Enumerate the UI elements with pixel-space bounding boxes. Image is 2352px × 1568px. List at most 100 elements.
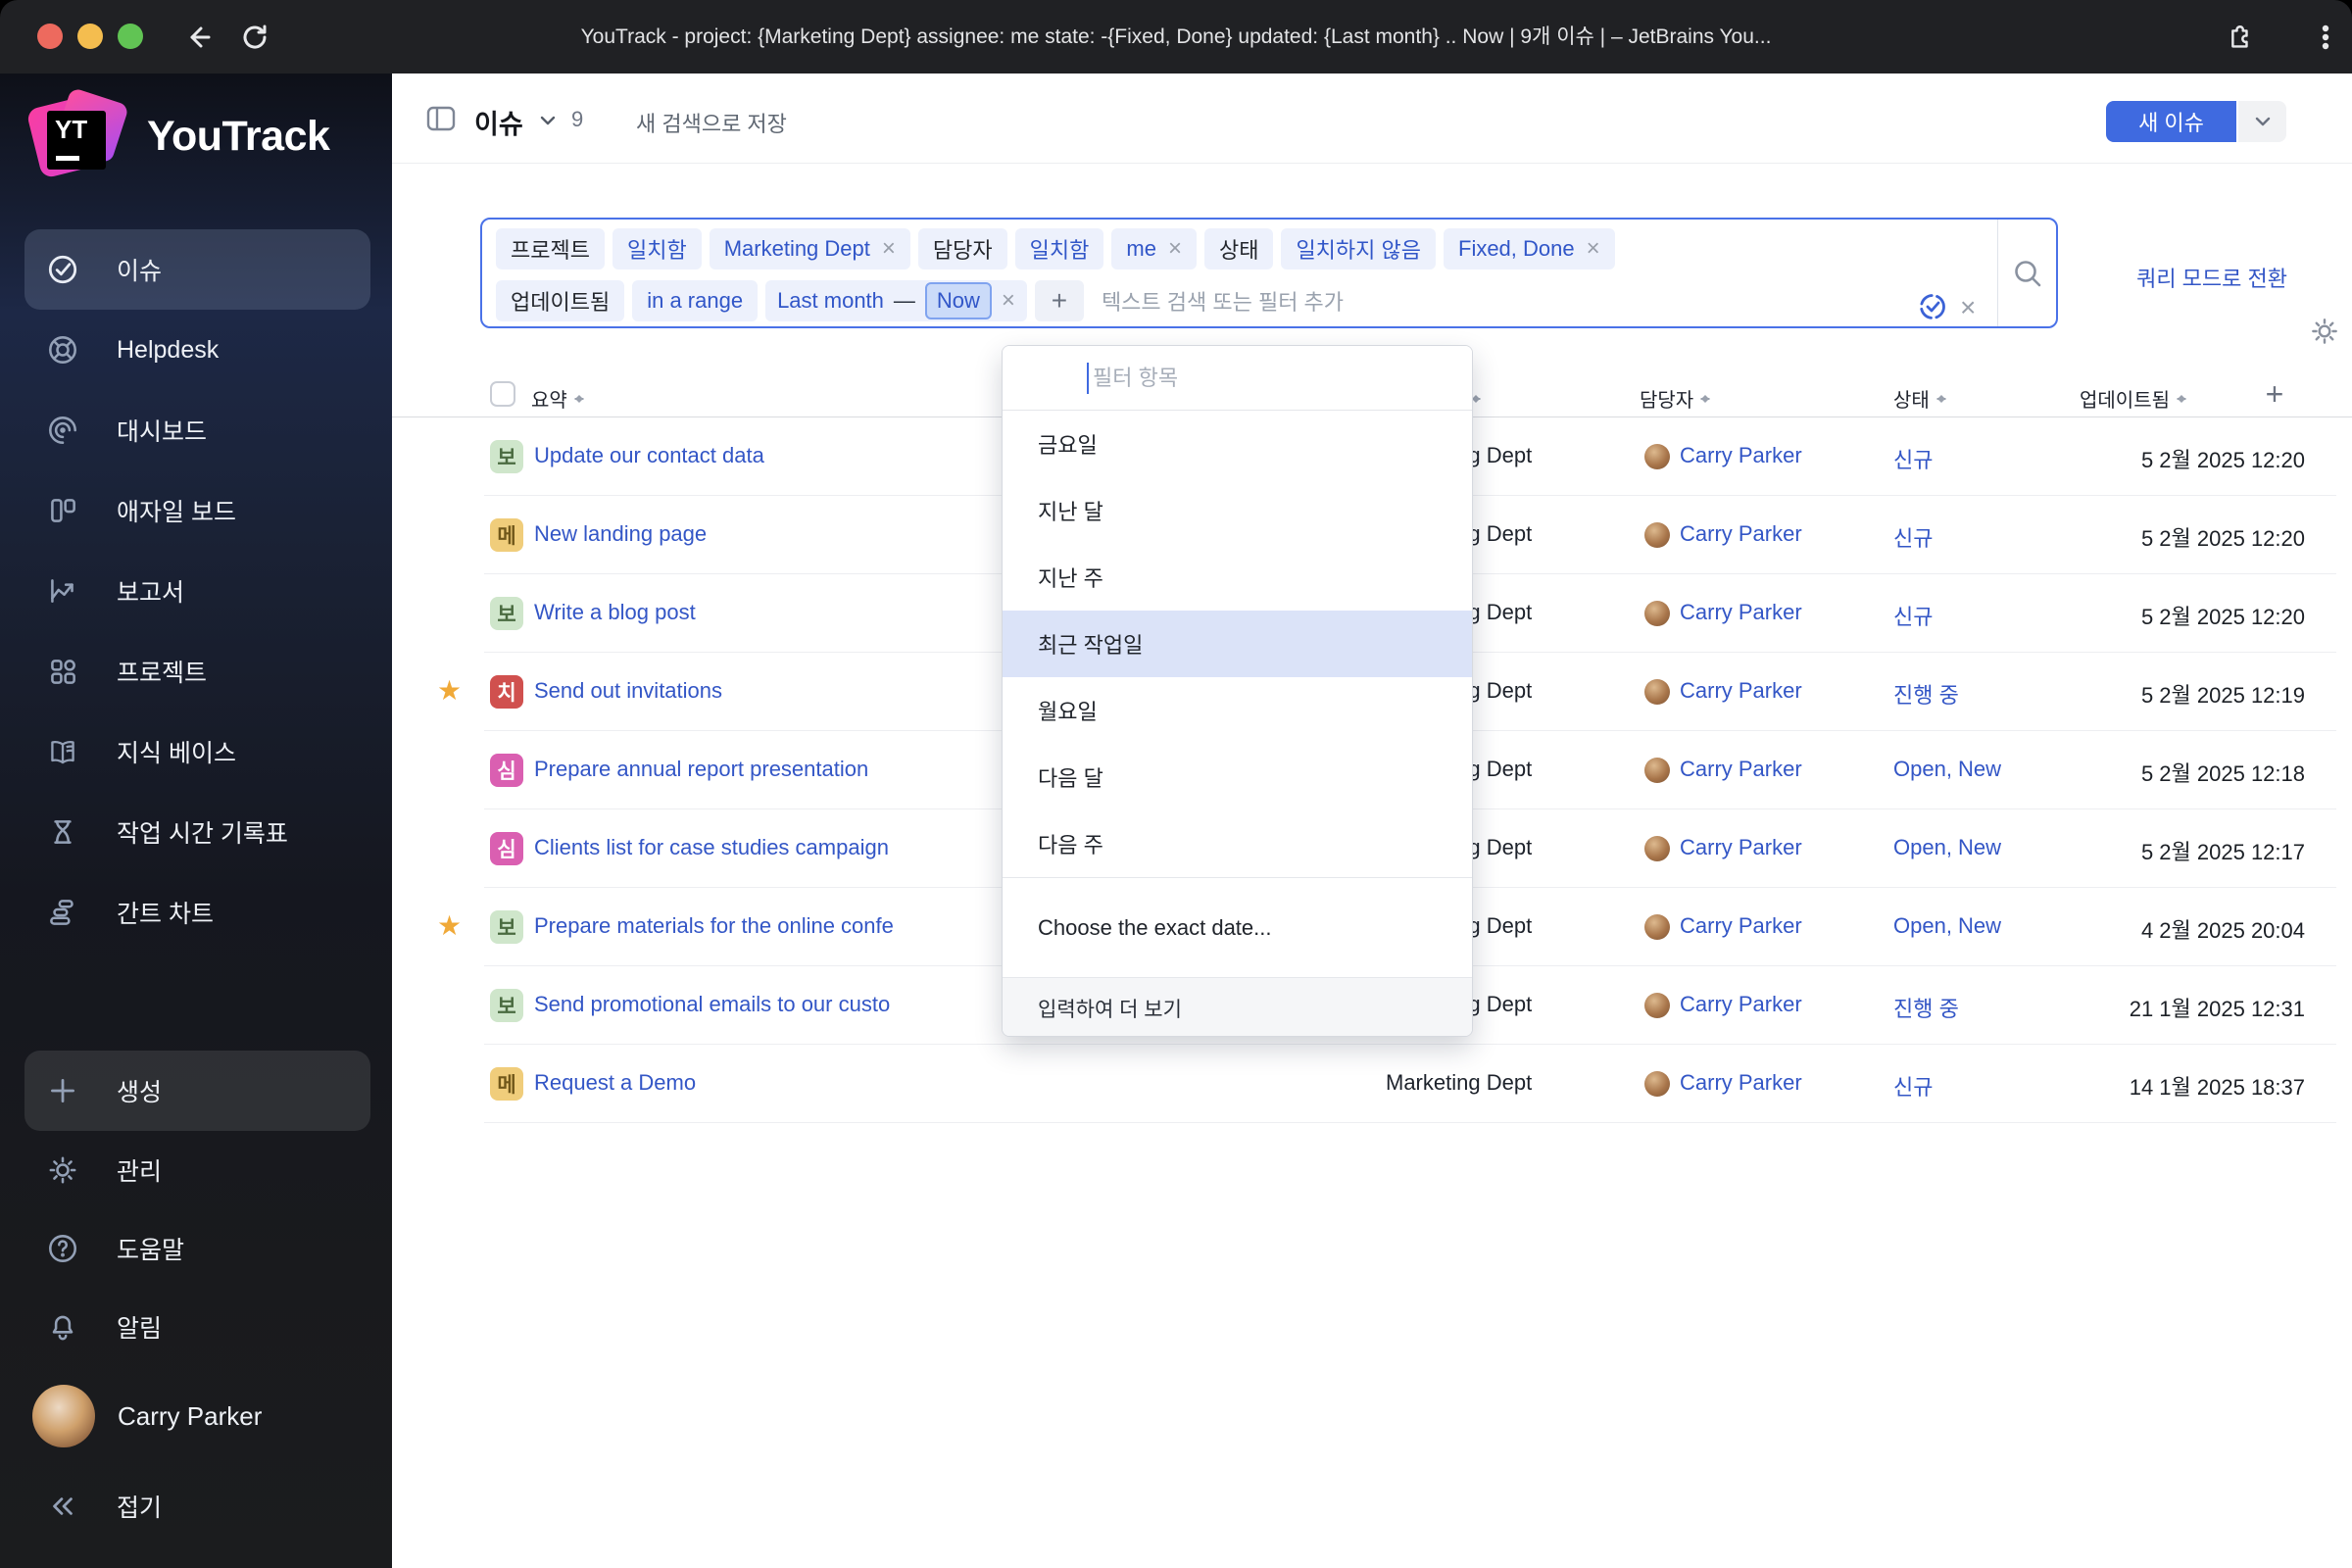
remove-filter-icon[interactable] bbox=[1168, 237, 1182, 261]
sidebar-item-reports[interactable]: 보고서 bbox=[24, 551, 370, 631]
dropdown-filter-input[interactable] bbox=[1003, 346, 1472, 411]
toggle-panel-icon[interactable] bbox=[424, 102, 458, 135]
sidebar-item-agile-boards[interactable]: 애자일 보드 bbox=[24, 470, 370, 551]
refresh-icon[interactable] bbox=[237, 20, 272, 55]
range-from-value[interactable]: Last month bbox=[777, 288, 884, 314]
clear-search-icon[interactable] bbox=[1960, 292, 1976, 323]
search-icon[interactable] bbox=[2009, 255, 2046, 292]
create-button[interactable]: 생성 bbox=[24, 1051, 370, 1131]
sidebar-item-dashboards[interactable]: 대시보드 bbox=[24, 390, 370, 470]
settings-gear-icon[interactable] bbox=[2307, 314, 2342, 349]
assignee-link[interactable]: Carry Parker bbox=[1680, 757, 1802, 782]
issue-title-link[interactable]: Request a Demo bbox=[534, 1070, 696, 1096]
sort-icon[interactable] bbox=[1936, 388, 1947, 410]
issue-title-link[interactable]: Send promotional emails to our custo bbox=[534, 992, 890, 1017]
dropdown-option-last-week[interactable]: 지난 주 bbox=[1003, 544, 1472, 611]
sidebar-item-help[interactable]: 도움말 bbox=[24, 1209, 370, 1288]
sidebar-item-gantt-charts[interactable]: 간트 차트 bbox=[24, 872, 370, 953]
switch-to-query-mode-link[interactable]: 쿼리 모드로 전환 bbox=[2106, 262, 2287, 293]
header-summary[interactable]: 요약 bbox=[531, 384, 585, 413]
apply-check-circle-icon[interactable] bbox=[1916, 290, 1949, 323]
assignee-link[interactable]: Carry Parker bbox=[1680, 600, 1802, 625]
sidebar-item-projects[interactable]: 프로젝트 bbox=[24, 631, 370, 711]
close-window-button[interactable] bbox=[37, 24, 63, 49]
filter-chip-date-range[interactable]: Last month — Now bbox=[765, 280, 1027, 321]
new-issue-dropdown-button[interactable] bbox=[2238, 101, 2286, 142]
save-search-button[interactable]: 새 검색으로 저장 bbox=[636, 107, 787, 138]
filter-chip-operator[interactable]: in a range bbox=[632, 280, 759, 321]
filter-chip-value[interactable]: Fixed, Done bbox=[1444, 228, 1615, 270]
filter-chip-value[interactable]: me bbox=[1111, 228, 1197, 270]
remove-filter-icon[interactable] bbox=[1587, 237, 1600, 261]
state-link[interactable]: Open, New bbox=[1893, 913, 2001, 939]
back-icon[interactable] bbox=[180, 20, 216, 55]
add-filter-icon[interactable] bbox=[1034, 280, 1084, 321]
header-updated[interactable]: 업데이트됨 bbox=[2080, 384, 2187, 413]
star-icon[interactable] bbox=[437, 674, 470, 707]
search-input-placeholder[interactable]: 텍스트 검색 또는 필터 추가 bbox=[1102, 285, 1344, 317]
sidebar-item-notifications[interactable]: 알림 bbox=[24, 1288, 370, 1366]
state-link[interactable]: 진행 중 bbox=[1893, 992, 1959, 1023]
browser-menu-kebab-icon[interactable] bbox=[2311, 22, 2340, 53]
filter-chip-field[interactable]: 업데이트됨 bbox=[496, 280, 625, 321]
assignee-link[interactable]: Carry Parker bbox=[1680, 992, 1802, 1017]
sidebar-item-helpdesk[interactable]: Helpdesk bbox=[24, 310, 370, 390]
sort-icon[interactable] bbox=[2177, 388, 2187, 410]
state-link[interactable]: 신규 bbox=[1893, 1070, 1933, 1102]
collapse-sidebar-button[interactable]: 접기 bbox=[24, 1469, 370, 1544]
issue-title-link[interactable]: Clients list for case studies campaign bbox=[534, 835, 889, 860]
assignee-link[interactable]: Carry Parker bbox=[1680, 835, 1802, 860]
zoom-window-button[interactable] bbox=[118, 24, 143, 49]
sidebar-item-timesheets[interactable]: 작업 시간 기록표 bbox=[24, 792, 370, 872]
state-link[interactable]: 진행 중 bbox=[1893, 678, 1959, 710]
sidebar-item-issues[interactable]: 이슈 bbox=[24, 229, 370, 310]
chevron-down-icon[interactable] bbox=[537, 113, 559, 128]
issue-title-link[interactable]: New landing page bbox=[534, 521, 707, 547]
filter-chip-operator[interactable]: 일치함 bbox=[612, 228, 702, 270]
header-assignee[interactable]: 담당자 bbox=[1640, 384, 1711, 413]
assignee-link[interactable]: Carry Parker bbox=[1680, 678, 1802, 704]
filter-chip-field[interactable]: 담당자 bbox=[917, 228, 1007, 270]
dropdown-option-next-month[interactable]: 다음 달 bbox=[1003, 744, 1472, 810]
state-link[interactable]: Open, New bbox=[1893, 835, 2001, 860]
sidebar-item-knowledge-base[interactable]: 지식 베이스 bbox=[24, 711, 370, 792]
youtrack-logo[interactable]: YT YouTrack bbox=[25, 85, 330, 187]
header-state[interactable]: 상태 bbox=[1893, 384, 1947, 413]
new-issue-button[interactable]: 새 이슈 bbox=[2106, 101, 2236, 142]
user-profile[interactable]: Carry Parker bbox=[24, 1379, 370, 1453]
assignee-link[interactable]: Carry Parker bbox=[1680, 1070, 1802, 1096]
star-icon[interactable] bbox=[437, 909, 470, 942]
issue-title-link[interactable]: Write a blog post bbox=[534, 600, 696, 625]
page-title[interactable]: 이슈 bbox=[474, 103, 523, 141]
filter-chip-field[interactable]: 상태 bbox=[1203, 228, 1274, 270]
issue-title-link[interactable]: Prepare annual report presentation bbox=[534, 757, 868, 782]
extensions-puzzle-icon[interactable] bbox=[2223, 22, 2254, 53]
issue-title-link[interactable]: Update our contact data bbox=[534, 443, 764, 468]
issue-title-link[interactable]: Prepare materials for the online confe bbox=[534, 913, 894, 939]
dropdown-option-next-week[interactable]: 다음 주 bbox=[1003, 810, 1472, 877]
dropdown-option-last-month[interactable]: 지난 달 bbox=[1003, 477, 1472, 544]
filter-chip-field[interactable]: 프로젝트 bbox=[496, 228, 605, 270]
state-link[interactable]: 신규 bbox=[1893, 443, 1933, 474]
sidebar-item-administration[interactable]: 관리 bbox=[24, 1131, 370, 1209]
dropdown-option-last-working-day[interactable]: 최근 작업일 bbox=[1003, 611, 1472, 677]
select-all-checkbox[interactable] bbox=[490, 381, 515, 407]
dropdown-option-monday[interactable]: 월요일 bbox=[1003, 677, 1472, 744]
add-column-icon[interactable] bbox=[2259, 378, 2290, 410]
assignee-link[interactable]: Carry Parker bbox=[1680, 913, 1802, 939]
remove-filter-icon[interactable] bbox=[1002, 289, 1015, 313]
state-link[interactable]: 신규 bbox=[1893, 600, 1933, 631]
assignee-link[interactable]: Carry Parker bbox=[1680, 521, 1802, 547]
table-row[interactable]: 메 Request a Demo Marketing Dept Carry Pa… bbox=[392, 1045, 2352, 1123]
range-to-value-selected[interactable]: Now bbox=[924, 282, 992, 319]
sort-icon[interactable] bbox=[573, 388, 585, 410]
state-link[interactable]: Open, New bbox=[1893, 757, 2001, 782]
filter-chip-value[interactable]: Marketing Dept bbox=[709, 228, 910, 270]
filter-chip-operator[interactable]: 일치하지 않음 bbox=[1281, 228, 1436, 270]
issue-title-link[interactable]: Send out invitations bbox=[534, 678, 722, 704]
minimize-window-button[interactable] bbox=[77, 24, 103, 49]
choose-exact-date-option[interactable]: Choose the exact date... bbox=[1003, 877, 1472, 977]
assignee-link[interactable]: Carry Parker bbox=[1680, 443, 1802, 468]
search-filter-box[interactable]: 프로젝트 일치함 Marketing Dept 담당자 일치함 me 상태 일치… bbox=[480, 218, 2058, 328]
sort-icon[interactable] bbox=[1700, 388, 1711, 410]
